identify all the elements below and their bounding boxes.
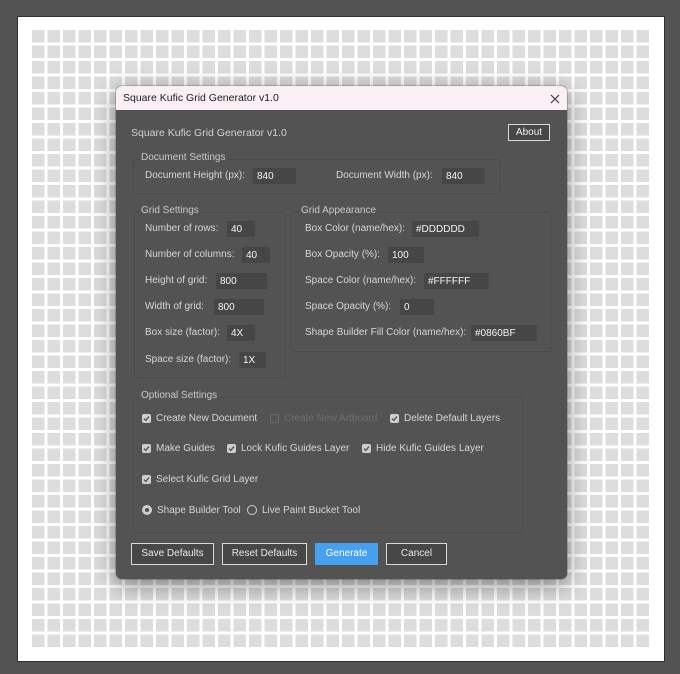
grid-height-label: Height of grid: [145, 275, 208, 286]
box-size-label: Box size (factor): [145, 327, 221, 338]
save-defaults-button[interactable]: Save Defaults [131, 543, 214, 565]
checkbox-icon [362, 443, 371, 453]
grid-width-label: Width of grid: [145, 301, 204, 312]
kufic-grid-dialog: Square Kufic Grid Generator v1.0 Square … [116, 86, 567, 579]
grid-width-input[interactable] [214, 299, 264, 315]
dialog-header-title: Square Kufic Grid Generator v1.0 [131, 127, 287, 139]
generate-button[interactable]: Generate [315, 543, 378, 565]
rows-input[interactable] [227, 221, 255, 237]
checkbox-label: Delete Default Layers [404, 412, 501, 424]
space-size-input[interactable] [239, 352, 266, 368]
shape-builder-tool-radio[interactable]: Shape Builder Tool [142, 503, 241, 517]
checkbox-icon [390, 413, 399, 423]
checkbox-icon [270, 413, 279, 423]
document-height-input[interactable] [253, 168, 296, 184]
checkbox-icon [142, 413, 151, 423]
create-new-artboard-checkbox[interactable]: Create New Artboard [270, 411, 377, 425]
document-height-label: Document Height (px): [145, 170, 246, 181]
checkbox-icon [142, 443, 151, 453]
space-color-input[interactable] [424, 273, 489, 289]
window-title: Square Kufic Grid Generator v1.0 [123, 92, 279, 104]
checkbox-label: Create New Document [156, 412, 258, 424]
select-kufic-grid-layer-checkbox[interactable]: Select Kufic Grid Layer [142, 472, 258, 486]
checkbox-icon [142, 474, 151, 484]
lock-kufic-guides-layer-checkbox[interactable]: Lock Kufic Guides Layer [227, 441, 349, 455]
checkbox-label: Select Kufic Grid Layer [156, 473, 259, 485]
checkbox-label: Lock Kufic Guides Layer [241, 442, 350, 454]
optional-settings-legend: Optional Settings [139, 390, 220, 402]
document-width-input[interactable] [442, 168, 485, 184]
close-icon[interactable] [549, 92, 561, 104]
fill-color-input[interactable] [471, 325, 537, 341]
delete-default-layers-checkbox[interactable]: Delete Default Layers [390, 411, 500, 425]
columns-label: Number of columns: [145, 249, 235, 260]
box-color-input[interactable] [412, 221, 479, 237]
document-settings-legend: Document Settings [139, 152, 228, 164]
checkbox-icon [227, 443, 236, 453]
fill-color-label: Shape Builder Fill Color (name/hex): [305, 327, 467, 338]
rows-label: Number of rows: [145, 223, 219, 234]
reset-defaults-button[interactable]: Reset Defaults [222, 543, 307, 565]
document-width-label: Document Width (px): [336, 170, 433, 181]
box-color-label: Box Color (name/hex): [305, 223, 406, 234]
hide-kufic-guides-layer-checkbox[interactable]: Hide Kufic Guides Layer [362, 441, 484, 455]
box-opacity-input[interactable] [388, 247, 424, 263]
grid-settings-legend: Grid Settings [139, 205, 201, 217]
space-size-label: Space size (factor): [145, 354, 232, 365]
make-guides-checkbox[interactable]: Make Guides [142, 441, 215, 455]
checkbox-label: Hide Kufic Guides Layer [376, 442, 484, 454]
checkbox-label: Create New Artboard [284, 412, 378, 424]
create-new-document-checkbox[interactable]: Create New Document [142, 411, 257, 425]
space-opacity-input[interactable] [400, 299, 434, 315]
about-button[interactable]: About [508, 124, 550, 141]
radio-icon [247, 505, 257, 515]
radio-label: Shape Builder Tool [157, 504, 241, 516]
radio-icon [142, 505, 152, 515]
space-opacity-label: Space Opacity (%): [305, 301, 392, 312]
cancel-button[interactable]: Cancel [386, 543, 447, 565]
grid-appearance-legend: Grid Appearance [299, 205, 379, 217]
columns-input[interactable] [242, 247, 270, 263]
box-size-input[interactable] [227, 325, 255, 341]
grid-height-input[interactable] [216, 273, 267, 289]
radio-label: Live Paint Bucket Tool [262, 504, 361, 516]
checkbox-label: Make Guides [156, 442, 215, 454]
box-opacity-label: Box Opacity (%): [305, 249, 381, 260]
space-color-label: Space Color (name/hex): [305, 275, 417, 286]
live-paint-bucket-tool-radio[interactable]: Live Paint Bucket Tool [247, 503, 360, 517]
title-bar: Square Kufic Grid Generator v1.0 [116, 86, 567, 110]
